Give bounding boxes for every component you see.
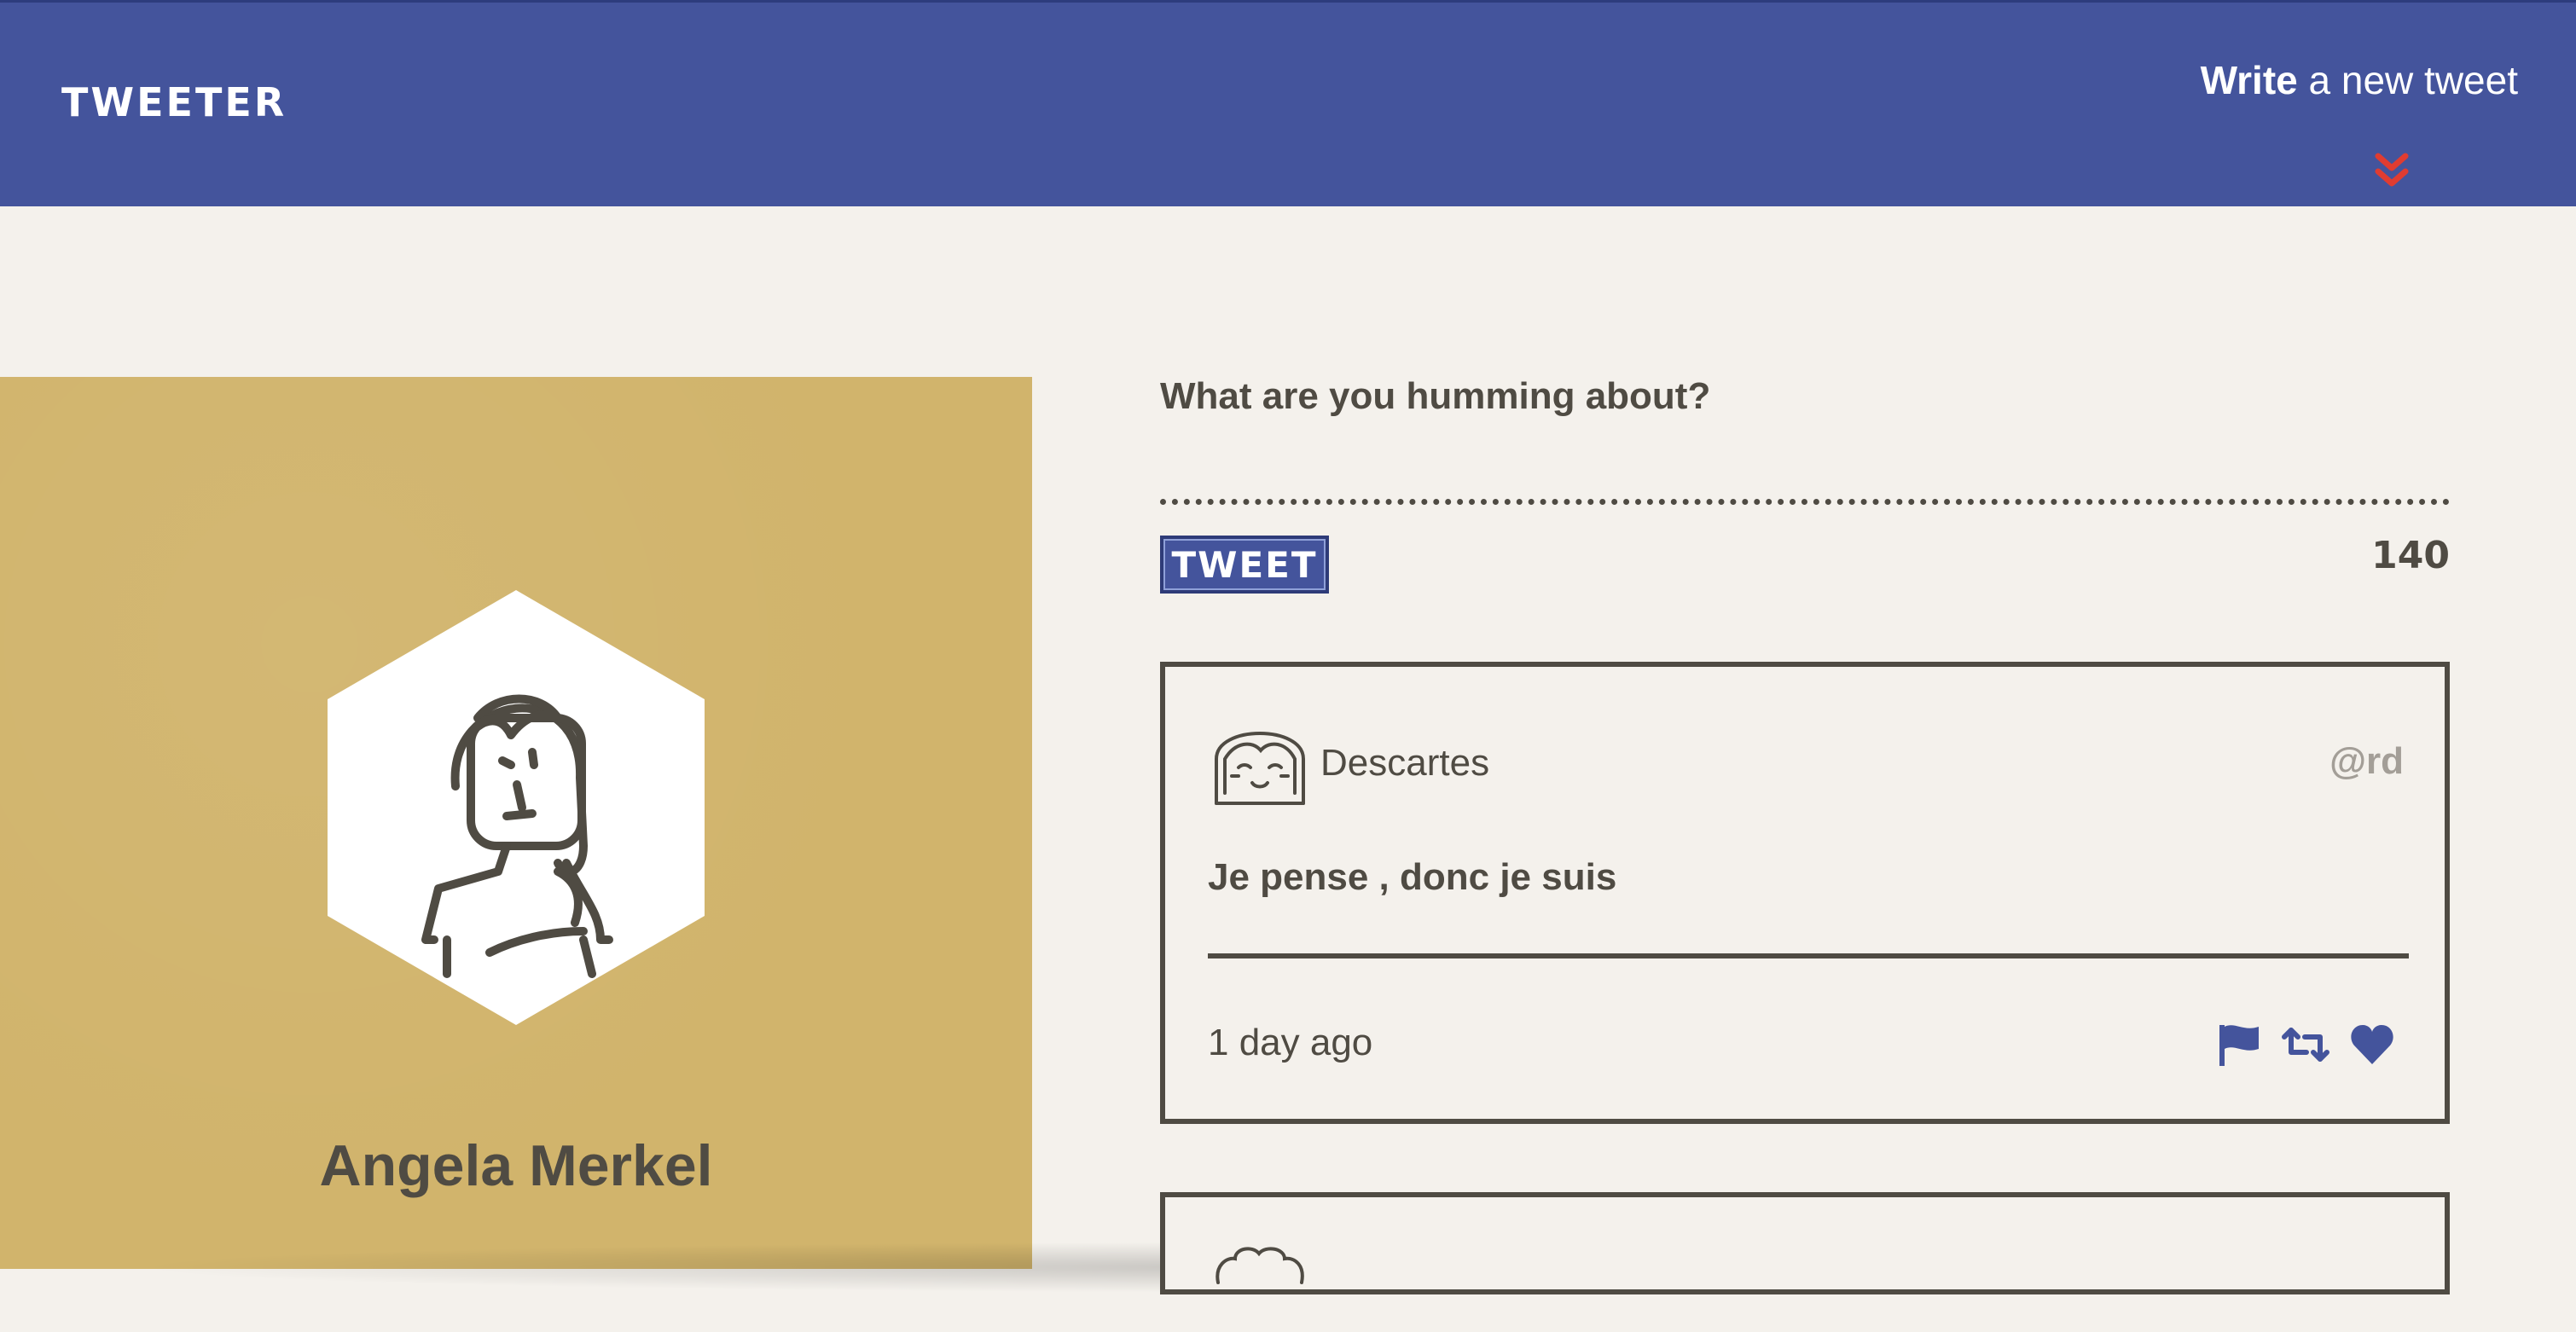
tweet-card: Descartes @rd Je pense , donc je suis 1 … [1160,662,2450,1124]
retweet-icon[interactable] [2281,1020,2330,1069]
tweet-handle[interactable]: @rd [2329,740,2404,783]
compose-toggle-rest: a new tweet [2297,58,2519,102]
write-new-tweet-toggle[interactable]: Write a new tweet [2201,57,2518,103]
tweet-text: Je pense , donc je suis [1208,856,1617,898]
tweet-actions [2214,1020,2397,1069]
tweet-divider [1208,953,2409,958]
brand-logo[interactable]: TWEETER [61,79,287,125]
tweet-author[interactable]: Descartes [1320,742,1489,785]
compose-label: What are you humming about? [1160,375,1711,417]
compose-toggle-bold: Write [2200,58,2298,102]
heart-icon[interactable] [2347,1020,2397,1069]
tweet-timestamp: 1 day ago [1208,1022,1373,1063]
double-chevron-down-icon[interactable] [2375,153,2409,190]
curly-avatar-icon [1215,1247,1304,1284]
tweet-input[interactable] [1160,426,2450,505]
girl-avatar-icon [1215,732,1305,805]
flag-icon[interactable] [2214,1020,2264,1069]
woman-avatar-icon [328,590,705,1025]
tweet-submit-button[interactable]: TWEET [1160,536,1329,594]
tweet-card [1160,1192,2450,1294]
profile-name: Angela Merkel [319,1133,713,1198]
character-counter: 140 [2371,534,2450,577]
top-navbar: TWEETER Write a new tweet [0,0,2576,206]
